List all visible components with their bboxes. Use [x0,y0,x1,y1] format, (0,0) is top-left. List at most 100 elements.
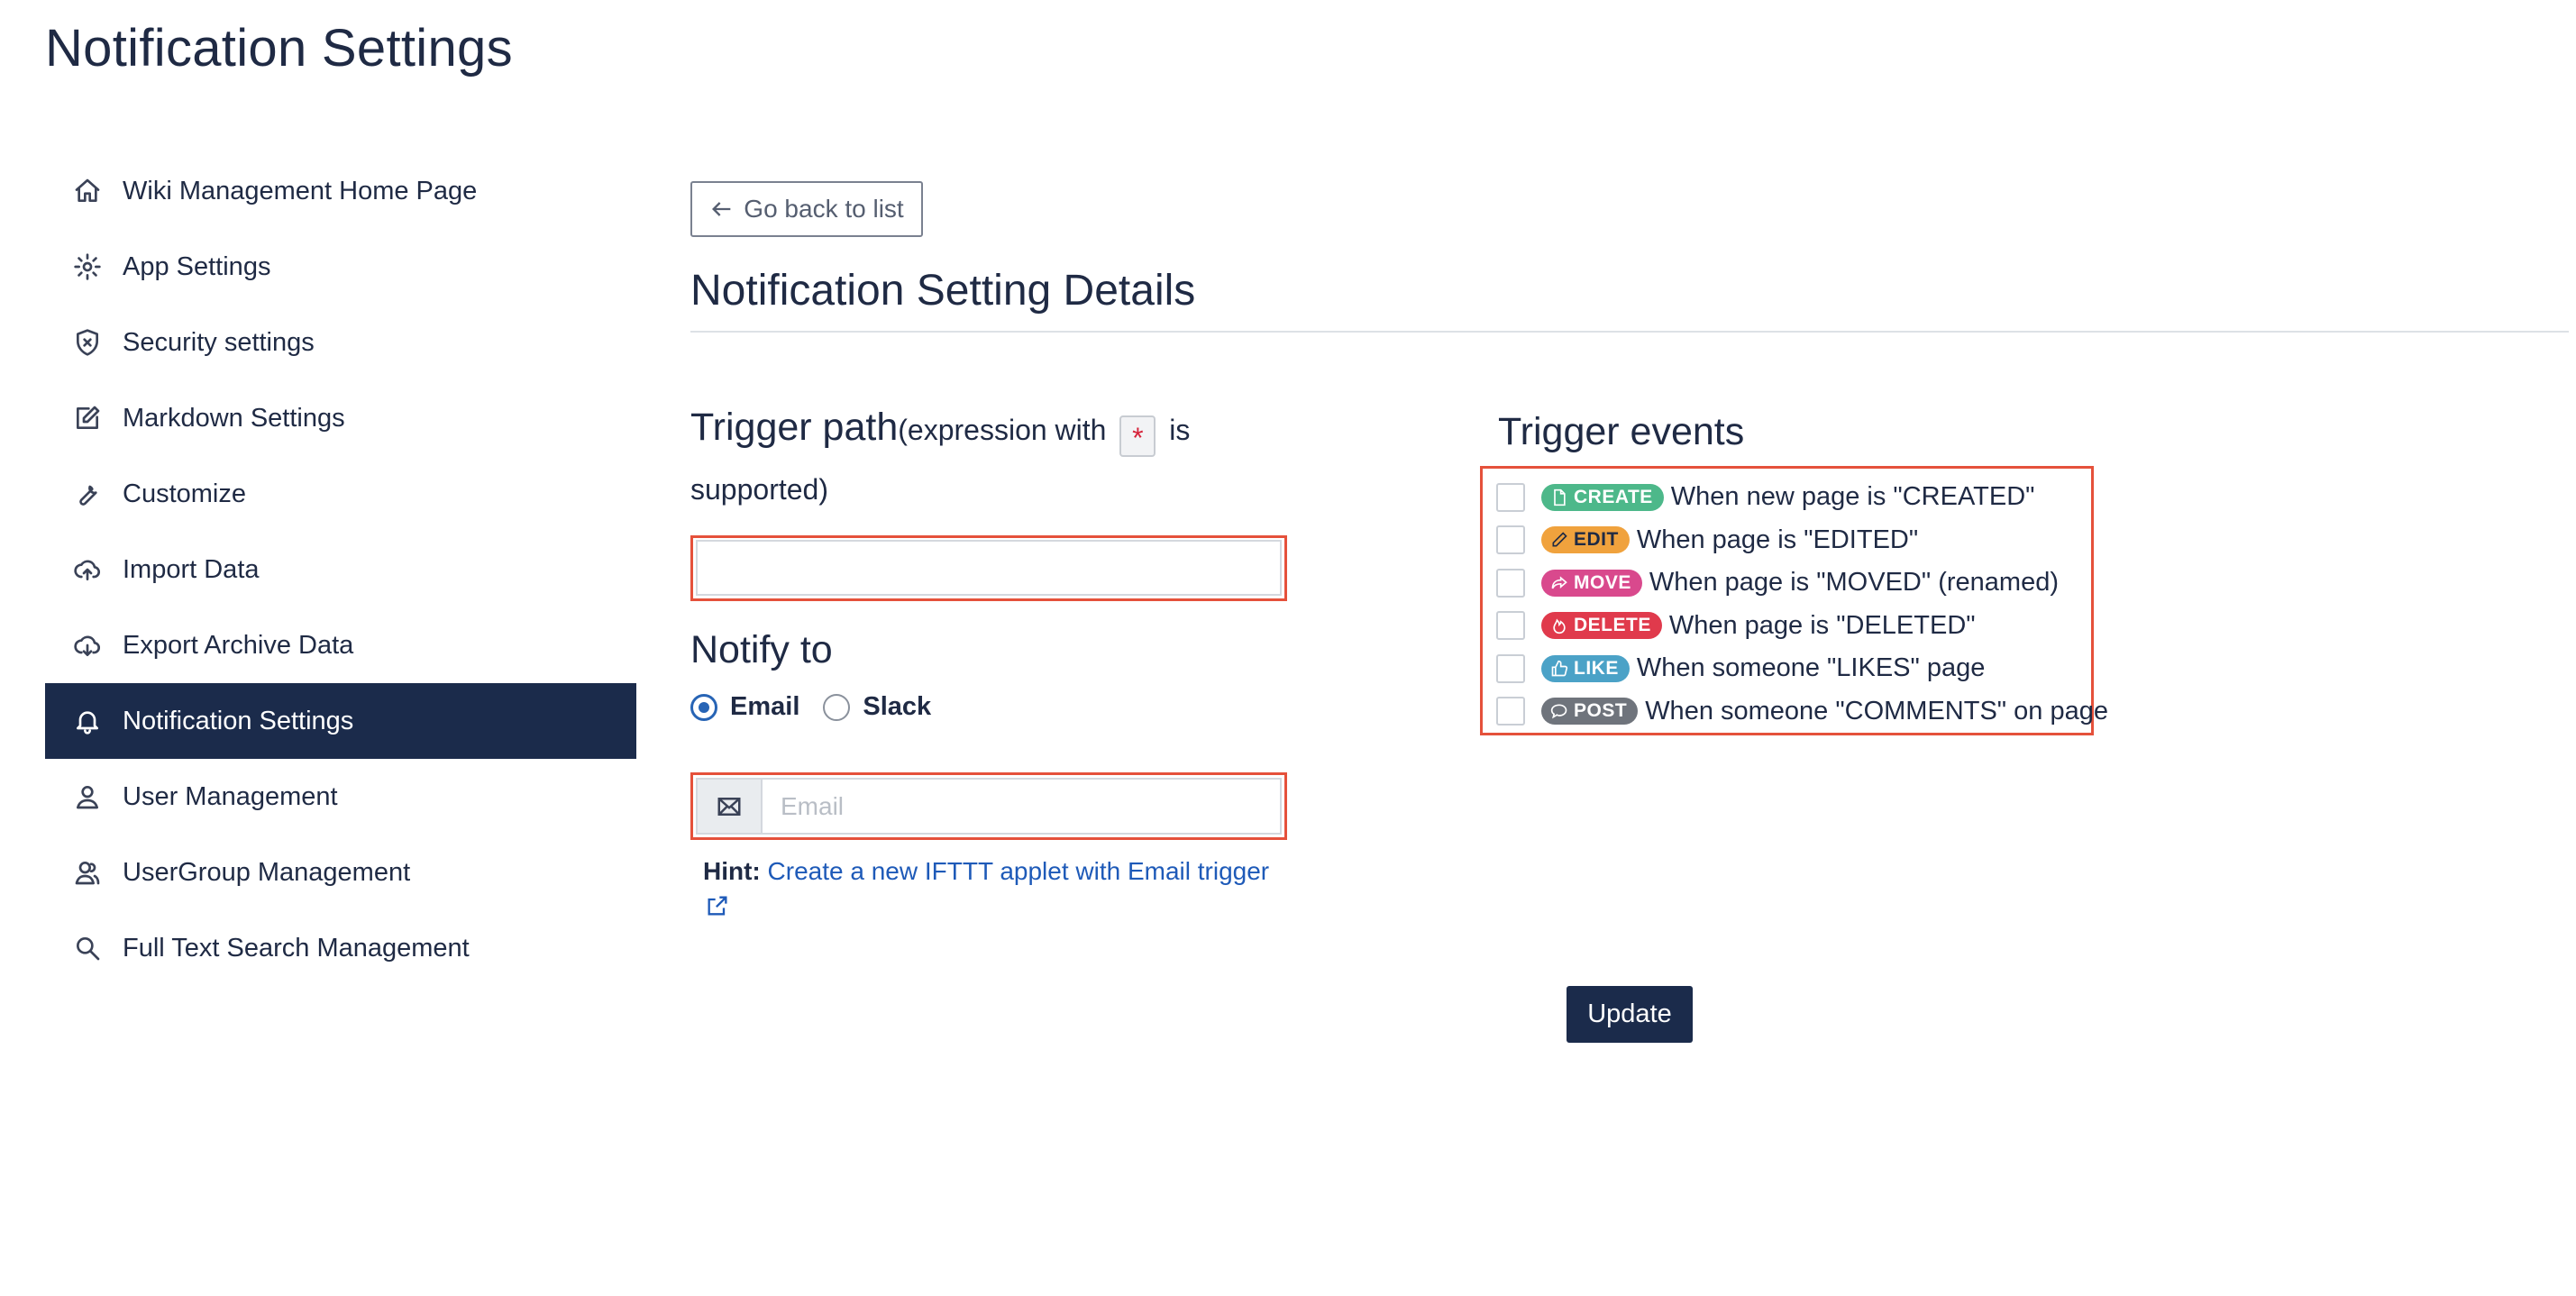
like-badge: LIKE [1541,654,1630,682]
cloud-download-icon [72,630,103,661]
notify-to-radio-group: Email Slack [690,692,955,722]
badge-label: DELETE [1574,615,1651,636]
slack-radio-label[interactable]: Slack [863,692,931,722]
comment-icon [1550,704,1567,719]
ifttt-applet-link[interactable]: Create a new IFTTT applet with Email tri… [703,857,1269,921]
event-row-edit: EDIT When page is "EDITED" [1496,519,2108,562]
badge-label: MOVE [1574,571,1631,593]
sidebar-nav: Wiki Management Home Page App Settings S… [45,153,636,986]
post-checkbox[interactable] [1496,697,1525,726]
sidebar-item-label: Export Archive Data [123,630,354,660]
shield-icon [72,327,103,358]
envelope-icon [698,780,763,833]
sidebar-item-label: Import Data [123,554,260,584]
move-checkbox[interactable] [1496,568,1525,598]
event-description: When page is "EDITED" [1636,525,1919,554]
email-radio[interactable] [690,693,717,721]
delete-badge: DELETE [1541,612,1662,640]
arrow-left-icon [712,202,731,216]
sidebar-item-markdown-settings[interactable]: Markdown Settings [45,380,636,456]
external-link-icon [708,896,727,916]
hint-text: Hint: Create a new IFTTT applet with Ema… [703,853,1280,926]
sidebar-item-notification-settings[interactable]: Notification Settings [45,683,636,759]
trigger-path-note-line2: supported) [690,472,828,506]
sidebar-item-label: Wiki Management Home Page [123,176,478,205]
notify-to-heading: Notify to [690,628,833,671]
sidebar-item-export-archive-data[interactable]: Export Archive Data [45,607,636,683]
update-button[interactable]: Update [1567,986,1693,1043]
fire-icon [1553,618,1566,634]
event-description: When new page is "CREATED" [1670,482,2035,512]
page-title: Notification Settings [45,19,513,78]
move-badge: MOVE [1541,569,1642,597]
sidebar-item-label: User Management [123,781,338,811]
email-radio-label[interactable]: Email [730,692,799,722]
search-icon [72,933,103,963]
wrench-icon [72,479,103,509]
bell-icon [72,706,103,736]
users-icon [72,857,103,888]
delete-checkbox[interactable] [1496,611,1525,641]
sidebar-item-user-management[interactable]: User Management [45,759,636,835]
trigger-events-heading: Trigger events [1498,410,1745,453]
trigger-events-list: CREATE When new page is "CREATED" EDIT W… [1496,476,2108,733]
sidebar-item-label: Full Text Search Management [123,933,470,963]
gear-icon [72,251,103,282]
sidebar-item-label: Security settings [123,327,315,357]
share-icon [1551,576,1567,589]
event-description: When someone "COMMENTS" on page [1645,696,2108,726]
event-row-move: MOVE When page is "MOVED" (renamed) [1496,561,2108,605]
badge-label: EDIT [1574,529,1619,551]
sidebar-item-full-text-search-management[interactable]: Full Text Search Management [45,910,636,986]
pencil-icon [1552,532,1567,547]
event-row-like: LIKE When someone "LIKES" page [1496,647,2108,690]
trigger-path-label: Trigger path(expression with * is suppor… [690,406,1249,507]
sidebar-item-wiki-management-home[interactable]: Wiki Management Home Page [45,153,636,229]
event-row-post: POST When someone "COMMENTS" on page [1496,690,2108,734]
cloud-upload-icon [72,554,103,585]
badge-label: CREATE [1574,486,1653,507]
sidebar-item-label: Customize [123,479,246,508]
event-description: When page is "MOVED" (renamed) [1649,568,2059,598]
create-checkbox[interactable] [1496,482,1525,512]
wildcard-star-code: * [1119,415,1156,457]
trigger-path-heading: Trigger path [690,406,899,449]
badge-label: POST [1574,700,1628,722]
home-icon [72,176,103,206]
event-description: When someone "LIKES" page [1636,653,1986,683]
hint-label: Hint: [703,857,761,885]
sidebar-item-import-data[interactable]: Import Data [45,532,636,607]
user-icon [72,781,103,812]
sidebar-item-security-settings[interactable]: Security settings [45,305,636,380]
slack-radio[interactable] [823,693,851,721]
sidebar-item-usergroup-management[interactable]: UserGroup Management [45,835,636,910]
event-row-delete: DELETE When page is "DELETED" [1496,605,2108,648]
trigger-path-note-after: is [1161,414,1191,446]
ifttt-link-text: Create a new IFTTT applet with Email tri… [767,857,1270,885]
edit-badge: EDIT [1541,526,1630,554]
file-icon [1554,488,1566,506]
trigger-path-input[interactable] [696,540,1282,596]
edit-checkbox[interactable] [1496,525,1525,555]
like-checkbox[interactable] [1496,653,1525,683]
event-description: When page is "DELETED" [1668,610,1976,640]
section-title: Notification Setting Details [690,267,1196,315]
go-back-label: Go back to list [744,195,904,223]
sidebar-item-label: App Settings [123,251,271,281]
trigger-path-note: (expression with [898,414,1115,446]
divider [690,331,2569,333]
email-input-group [696,778,1282,835]
event-row-create: CREATE When new page is "CREATED" [1496,476,2108,519]
sidebar-item-label: UserGroup Management [123,857,411,887]
sidebar-item-label: Notification Settings [123,706,354,735]
post-badge: POST [1541,698,1639,726]
go-back-button[interactable]: Go back to list [690,181,923,237]
badge-label: LIKE [1574,657,1619,679]
create-badge: CREATE [1541,483,1664,511]
edit-icon [72,403,103,434]
thumbs-up-icon [1551,660,1568,677]
email-input[interactable] [763,780,1280,833]
sidebar-item-app-settings[interactable]: App Settings [45,229,636,305]
sidebar-item-customize[interactable]: Customize [45,456,636,532]
sidebar-item-label: Markdown Settings [123,403,345,433]
